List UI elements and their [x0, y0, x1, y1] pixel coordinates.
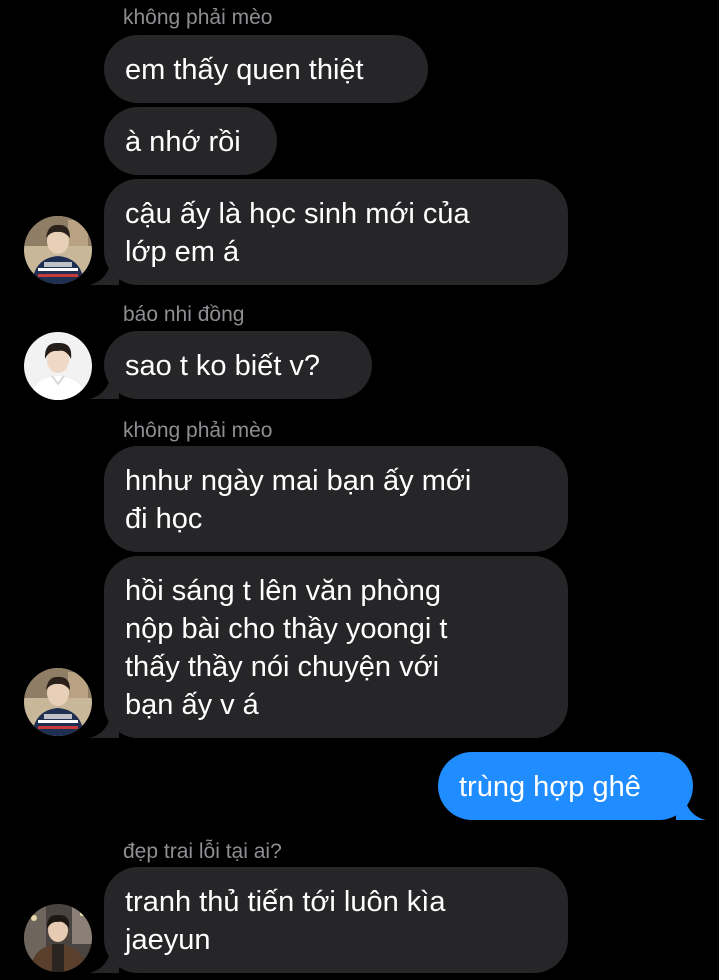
message-bubble-incoming[interactable]: hồi sáng t lên văn phòng nộp bài cho thầ… — [104, 556, 568, 738]
message-bubble-incoming[interactable]: cậu ấy là học sinh mới của lớp em á — [104, 179, 568, 285]
avatar[interactable] — [24, 668, 92, 736]
message-bubble-incoming[interactable]: à nhớ rồi — [104, 107, 277, 175]
avatar[interactable] — [24, 904, 92, 972]
bubble-tail — [89, 251, 119, 285]
avatar[interactable] — [24, 216, 92, 284]
sender-name: báo nhi đồng — [123, 303, 245, 326]
avatar[interactable] — [24, 332, 92, 400]
bubble-tail — [89, 939, 119, 973]
bubble-tail — [89, 704, 119, 738]
message-bubble-incoming[interactable]: tranh thủ tiến tới luôn kìa jaeyun — [104, 867, 568, 973]
message-bubble-incoming[interactable]: em thấy quen thiệt — [104, 35, 428, 103]
avatar-boy-white-shirt-icon — [24, 332, 92, 400]
sender-name: không phải mèo — [123, 419, 273, 442]
sender-name: không phải mèo — [123, 6, 273, 29]
avatar-boy-brown-coat-icon — [24, 904, 92, 972]
message-bubble-incoming[interactable]: hnhư ngày mai bạn ấy mới đi học — [104, 446, 568, 552]
sender-name: đẹp trai lỗi tại ai? — [123, 840, 282, 863]
avatar-boy-navy-sweater-icon — [24, 668, 92, 736]
message-bubble-outgoing[interactable]: trùng hợp ghê — [438, 752, 693, 820]
bubble-tail-outgoing — [676, 786, 706, 820]
bubble-tail — [89, 365, 119, 399]
message-bubble-incoming[interactable]: sao t ko biết v? — [104, 331, 372, 399]
avatar-boy-navy-sweater-icon — [24, 216, 92, 284]
